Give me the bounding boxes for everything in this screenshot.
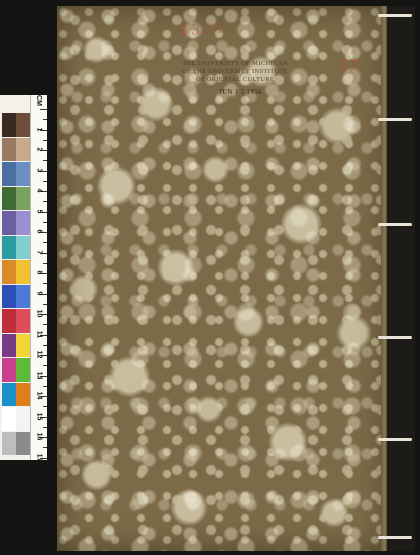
ruler-number: 5: [35, 209, 43, 213]
color-swatch: [16, 309, 30, 333]
ruler-number: 12: [35, 350, 43, 359]
color-calibration-target: CM 1 2 3 4 5 6 7 8 9 10 11 12 13 14 15 16 17: [0, 95, 47, 461]
ruler-number: 11: [35, 330, 43, 338]
ruler-number: 15: [35, 412, 43, 420]
color-swatches: [2, 113, 30, 456]
color-swatch: [2, 137, 16, 161]
ruler-number: 17: [35, 453, 43, 461]
color-swatch-row: [2, 407, 30, 431]
color-swatch: [16, 260, 30, 284]
ruler-number: 10: [35, 309, 43, 318]
ruler-tick: [43, 303, 47, 305]
color-swatch-row: [2, 358, 30, 382]
ruler-number: 7: [35, 250, 43, 254]
ruler-number: 3: [35, 168, 43, 172]
color-swatch-row: [2, 284, 30, 308]
color-swatch: [2, 284, 16, 308]
ruler-tick: [43, 242, 47, 244]
binding-stitch: [378, 536, 412, 539]
ruler-tick: [43, 426, 47, 428]
ruler-tick: [43, 324, 47, 326]
color-swatch-row: [2, 211, 30, 235]
binding-stitch: [378, 118, 412, 121]
color-swatch-row: [2, 235, 30, 259]
ruler-tick: [43, 180, 47, 182]
ruler-number: 13: [35, 371, 43, 379]
ruler-tick: [40, 109, 47, 110]
color-swatch: [16, 211, 30, 235]
color-swatch: [2, 260, 16, 284]
color-swatch-row: [2, 260, 30, 284]
ruler-tick: [43, 447, 47, 449]
ruler-number: 4: [35, 188, 43, 193]
ruler-unit-label: CM: [34, 95, 42, 106]
color-swatch: [2, 186, 16, 210]
color-swatch: [16, 284, 30, 308]
color-swatch-row: [2, 113, 30, 137]
color-swatch: [16, 431, 30, 455]
color-swatch-row: [2, 382, 30, 406]
cm-ruler: CM 1 2 3 4 5 6 7 8 9 10 11 12 13 14 15 16 17: [30, 95, 47, 461]
color-swatch-row: [2, 431, 30, 455]
color-swatch: [2, 358, 16, 382]
color-swatch: [2, 382, 16, 406]
color-swatch: [16, 333, 30, 357]
color-swatch: [16, 407, 30, 431]
color-swatch: [16, 358, 30, 382]
library-stamp-date: JUN 1 5 1956: [218, 88, 262, 96]
ruler-tick: [43, 221, 47, 223]
color-swatch: [16, 113, 30, 137]
ruler-number: 8: [35, 270, 43, 275]
color-swatch-row: [2, 162, 30, 186]
ruler-tick: [43, 344, 47, 346]
ruler-number: 1: [35, 127, 43, 131]
color-swatch-row: [2, 186, 30, 210]
ruler-tick: [43, 283, 47, 285]
color-swatch: [2, 333, 16, 357]
ruler-tick: [43, 201, 47, 203]
library-stamp-institution: THE UNIVERSITY OF MICHIGAN OF THE UNIVER…: [182, 60, 288, 83]
binding-stitch: [378, 336, 412, 339]
color-swatch: [2, 162, 16, 186]
color-swatch: [2, 431, 16, 455]
color-swatch: [2, 113, 16, 137]
ruler-tick: [43, 119, 47, 121]
color-swatch: [16, 137, 30, 161]
color-swatch: [16, 162, 30, 186]
binding-stitch: [378, 223, 412, 226]
ruler-number: 14: [35, 391, 43, 400]
ruler-tick: [43, 139, 47, 141]
ruler-tick: [43, 406, 47, 408]
binding-stitch: [378, 438, 412, 441]
color-swatch-row: [2, 309, 30, 333]
color-swatch: [16, 235, 30, 259]
ruler-number: 16: [35, 432, 43, 441]
ruler-tick: [43, 385, 47, 387]
ruler-tick: [43, 262, 47, 264]
color-swatch: [2, 309, 16, 333]
scan-right-edge: [387, 6, 415, 551]
color-swatch: [2, 407, 16, 431]
ruler-number: 2: [35, 147, 43, 152]
color-swatch: [16, 186, 30, 210]
ruler-number: 9: [35, 291, 43, 295]
color-swatch-row: [2, 137, 30, 161]
handwritten-red-mark: 17: [336, 53, 360, 79]
color-swatch: [2, 235, 16, 259]
color-swatch-row: [2, 333, 30, 357]
binding-stitch: [378, 14, 412, 17]
ruler-tick: [43, 365, 47, 367]
ruler-tick: [43, 160, 47, 162]
color-swatch: [2, 211, 16, 235]
color-swatch: [16, 382, 30, 406]
ruler-number: 6: [35, 229, 43, 234]
